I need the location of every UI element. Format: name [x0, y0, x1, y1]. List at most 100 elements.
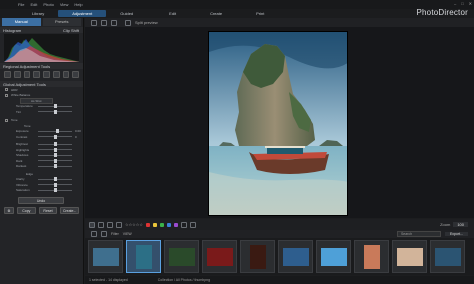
- tab-adjustment[interactable]: Adjustment: [58, 10, 107, 17]
- radial-filter-icon[interactable]: [52, 71, 60, 78]
- hdr-checkbox[interactable]: [5, 88, 8, 92]
- filmstrip-thumbnail[interactable]: [202, 240, 237, 273]
- maximize-icon[interactable]: □: [461, 1, 463, 6]
- filmstrip-thumbnail[interactable]: [392, 240, 427, 273]
- slider-track[interactable]: [38, 164, 72, 169]
- filmstrip-thumbnail[interactable]: [88, 240, 123, 273]
- red-eye-icon[interactable]: [23, 71, 31, 78]
- tab-manual[interactable]: Manual: [2, 18, 41, 26]
- slider-knob[interactable]: [54, 104, 57, 109]
- label-yellow[interactable]: [152, 222, 157, 227]
- slider-track[interactable]: [38, 182, 72, 187]
- slider-knob[interactable]: [54, 142, 57, 147]
- single-view-icon[interactable]: [101, 19, 107, 26]
- gradient-mask-icon[interactable]: [43, 71, 50, 78]
- menu-file[interactable]: File: [18, 2, 24, 7]
- slider-knob[interactable]: [54, 164, 57, 169]
- slider-saturation[interactable]: Saturation: [0, 188, 83, 194]
- label-purple[interactable]: [173, 222, 178, 227]
- slider-knob[interactable]: [54, 188, 57, 193]
- slider-knob[interactable]: [54, 134, 57, 139]
- create-preset-button[interactable]: Create...: [60, 207, 80, 214]
- filter-label[interactable]: Filter: [111, 232, 119, 236]
- label-green[interactable]: [159, 222, 164, 227]
- reset-button[interactable]: Reset: [38, 207, 58, 214]
- zoom-value[interactable]: 100: [453, 222, 468, 227]
- tab-guided[interactable]: Guided: [106, 11, 147, 16]
- slider-darkest[interactable]: Darkest: [0, 164, 83, 170]
- slider-track[interactable]: [38, 134, 72, 139]
- wb-mode-value: As Shot: [20, 97, 53, 104]
- histogram-header[interactable]: Histogram Clip Shift: [0, 27, 83, 33]
- rotate-right-icon[interactable]: [180, 221, 187, 228]
- filmstrip-thumbnail[interactable]: [164, 240, 199, 273]
- slider-track[interactable]: [38, 147, 72, 152]
- compare-icon[interactable]: [98, 221, 104, 228]
- tab-presets[interactable]: Presets: [42, 18, 81, 26]
- menu-view[interactable]: View: [60, 2, 69, 7]
- color-picker-icon[interactable]: [62, 71, 70, 78]
- brush-tool-icon[interactable]: [33, 71, 40, 78]
- tab-create[interactable]: Create: [190, 11, 236, 16]
- menu-help[interactable]: Help: [74, 2, 82, 7]
- copy-button[interactable]: Copy: [17, 207, 36, 214]
- label-red[interactable]: [145, 222, 150, 227]
- slider-track[interactable]: [38, 142, 72, 147]
- slider-knob[interactable]: [54, 147, 57, 152]
- label-blue[interactable]: [166, 222, 171, 227]
- spot-removal-icon[interactable]: [13, 71, 21, 78]
- histogram-title: Histogram: [3, 27, 22, 33]
- slider-knob[interactable]: [54, 177, 57, 182]
- slider-track[interactable]: [38, 104, 72, 109]
- slider-knob[interactable]: [54, 109, 57, 114]
- filmstrip-thumbnail[interactable]: [126, 240, 161, 273]
- tab-edit[interactable]: Edit: [147, 11, 190, 16]
- slider-label: Vibrance: [16, 182, 28, 187]
- slider-knob[interactable]: [54, 158, 57, 163]
- filmstrip-compare-icon[interactable]: [101, 231, 107, 237]
- slider-track[interactable]: [38, 109, 72, 114]
- rotate-left-icon[interactable]: [107, 221, 113, 228]
- minimize-icon[interactable]: –: [454, 1, 456, 6]
- view-label[interactable]: VIEW: [123, 232, 132, 236]
- rating-stars[interactable]: ☆☆☆☆☆: [125, 222, 143, 227]
- split-preview-icon[interactable]: [125, 19, 131, 26]
- filmstrip-grid-icon[interactable]: [91, 231, 97, 237]
- slider-tint[interactable]: Tint: [0, 109, 83, 115]
- search-input[interactable]: Search: [396, 231, 441, 237]
- slider-knob[interactable]: [54, 182, 57, 187]
- export-button[interactable]: Export...: [444, 232, 468, 236]
- slider-knob[interactable]: [54, 153, 57, 158]
- tone-curve-icon[interactable]: [72, 71, 79, 78]
- main-photo[interactable]: [208, 31, 348, 216]
- grid-view-icon[interactable]: [91, 19, 97, 26]
- flag-icon[interactable]: [116, 221, 122, 228]
- menu-edit[interactable]: Edit: [30, 2, 37, 7]
- histogram-options[interactable]: Clip Shift: [63, 28, 79, 33]
- slider-knob[interactable]: [55, 129, 59, 134]
- crop-icon[interactable]: [189, 221, 196, 228]
- slider-track[interactable]: [38, 158, 72, 163]
- undo-button[interactable]: Undo: [18, 197, 64, 204]
- slider-track[interactable]: [38, 188, 72, 193]
- menu-photo[interactable]: Photo: [43, 2, 53, 7]
- compare-view-icon[interactable]: [111, 19, 117, 26]
- tab-library[interactable]: Library: [18, 11, 58, 16]
- settings-button[interactable]: ⚙: [4, 207, 14, 214]
- filmstrip-thumbnail[interactable]: [316, 240, 351, 273]
- wb-checkbox[interactable]: [5, 93, 8, 97]
- filmstrip-thumbnail[interactable]: [430, 240, 465, 273]
- filmstrip-thumbnail[interactable]: [278, 240, 313, 273]
- slider-track[interactable]: [38, 153, 72, 158]
- view-mode-icon[interactable]: [89, 221, 95, 228]
- filmstrip-thumbnail[interactable]: [240, 240, 275, 273]
- menu-bar: File Edit Photo View Help: [0, 0, 474, 9]
- tone-checkbox[interactable]: [5, 118, 8, 122]
- slider-track[interactable]: [38, 129, 72, 134]
- slider-label: Contrast: [16, 134, 28, 139]
- slider-track[interactable]: [38, 177, 72, 182]
- filmstrip-thumbnail[interactable]: [354, 240, 389, 273]
- tab-print[interactable]: Print: [236, 11, 278, 16]
- close-icon[interactable]: ✕: [469, 1, 472, 6]
- crop-tool-icon[interactable]: [4, 71, 11, 78]
